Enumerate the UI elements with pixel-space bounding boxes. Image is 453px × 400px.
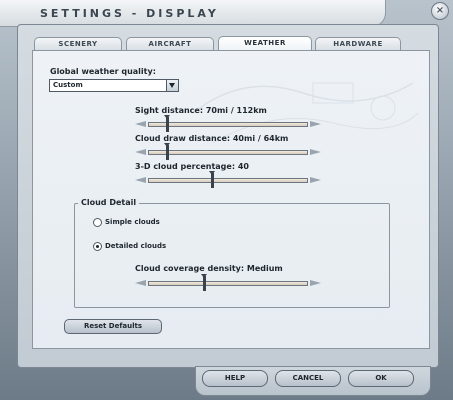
simple-clouds-radio[interactable] — [93, 218, 102, 227]
slider-thumb[interactable] — [164, 115, 171, 132]
tab-weather[interactable]: WEATHER — [218, 36, 312, 51]
slider-left-arrow-icon[interactable] — [135, 280, 147, 287]
close-icon[interactable]: × — [431, 2, 449, 20]
reset-defaults-button[interactable]: Reset Defaults — [64, 319, 162, 334]
slider-right-arrow-icon[interactable] — [309, 280, 321, 287]
cancel-button[interactable]: CANCEL — [275, 370, 341, 387]
cloud-detail-title: Cloud Detail — [78, 198, 140, 207]
slider-left-arrow-icon[interactable] — [135, 121, 147, 128]
slider-left-arrow-icon[interactable] — [135, 177, 147, 184]
slider-track[interactable] — [148, 178, 308, 183]
tab-hardware[interactable]: HARDWARE — [315, 37, 401, 51]
cloud-percentage-slider[interactable] — [135, 171, 321, 188]
chevron-down-icon[interactable] — [166, 80, 178, 91]
global-weather-quality-select[interactable]: Custom — [49, 79, 179, 92]
help-button[interactable]: HELP — [202, 370, 268, 387]
slider-track[interactable] — [148, 122, 308, 127]
global-weather-quality-label: Global weather quality: — [50, 67, 156, 76]
cloud-draw-distance-slider[interactable] — [135, 143, 321, 160]
cloud-draw-distance-label: Cloud draw distance: 40mi / 64km — [135, 134, 289, 143]
global-weather-quality-value: Custom — [53, 81, 83, 89]
slider-thumb[interactable] — [209, 171, 215, 188]
simple-clouds-label[interactable]: Simple clouds — [105, 218, 160, 226]
cloud-coverage-slider[interactable] — [135, 274, 321, 291]
slider-right-arrow-icon[interactable] — [309, 177, 321, 184]
detailed-clouds-label[interactable]: Detailed clouds — [105, 242, 166, 250]
slider-right-arrow-icon[interactable] — [309, 121, 321, 128]
slider-thumb[interactable] — [201, 274, 207, 291]
window-title: SETTINGS - DISPLAY — [40, 7, 219, 20]
title-bar: SETTINGS - DISPLAY — [0, 0, 386, 27]
slider-track[interactable] — [148, 150, 308, 155]
detailed-clouds-radio[interactable] — [93, 242, 102, 251]
sight-distance-label: Sight distance: 70mi / 112km — [135, 106, 267, 115]
slider-right-arrow-icon[interactable] — [309, 149, 321, 156]
slider-left-arrow-icon[interactable] — [135, 149, 147, 156]
slider-thumb[interactable] — [164, 143, 171, 160]
sight-distance-slider[interactable] — [135, 115, 321, 132]
slider-track[interactable] — [148, 281, 308, 286]
tab-aircraft[interactable]: AIRCRAFT — [126, 37, 214, 51]
cloud-percentage-label: 3-D cloud percentage: 40 — [135, 162, 249, 171]
tab-scenery[interactable]: SCENERY — [34, 37, 122, 51]
ok-button[interactable]: OK — [348, 370, 414, 387]
cloud-coverage-label: Cloud coverage density: Medium — [135, 264, 283, 273]
